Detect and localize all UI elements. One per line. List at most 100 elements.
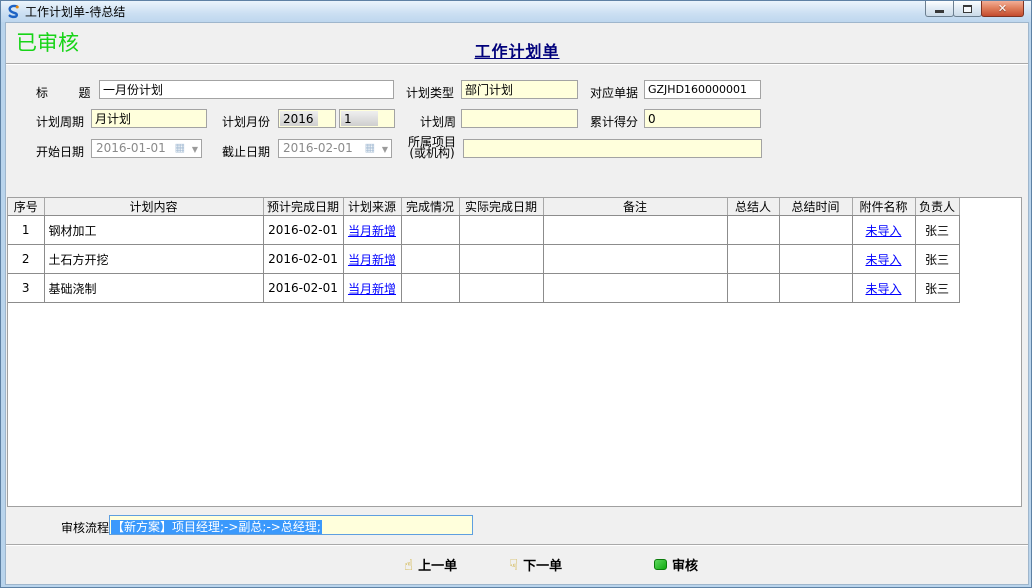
attachment-link[interactable]: 未导入 — [865, 253, 901, 267]
cell-remark[interactable] — [543, 216, 727, 245]
minimize-button[interactable] — [925, 1, 954, 17]
cell-summarizer — [727, 216, 779, 245]
cell-owner: 张三 — [915, 245, 959, 274]
table-row: 2 土石方开挖 2016-02-01 当月新增 未导入 张三 — [8, 245, 959, 274]
cell-expected-date[interactable]: 2016-02-01 — [263, 245, 343, 274]
maximize-button[interactable] — [953, 1, 982, 17]
source-link[interactable]: 当月新增 — [348, 224, 396, 238]
source-link[interactable]: 当月新增 — [348, 253, 396, 267]
start-date-value: 2016-01-01 — [96, 141, 166, 155]
calendar-icon: ▦ — [365, 142, 375, 154]
review-flow-value: 【新方案】项目经理;->副总;->总经理; — [111, 520, 322, 534]
year-value: 2016 — [280, 111, 318, 126]
end-date-label: 截止日期 — [222, 143, 270, 160]
app-window: 工作计划单-待总结 ✕ 已审核 工作计划单 标 题 计划类型 对应单据 计划周期… — [0, 0, 1032, 588]
score-input[interactable] — [644, 109, 761, 128]
week-label: 计划周 — [420, 113, 456, 130]
month-spinner[interactable]: 1 — [339, 109, 395, 128]
cell-owner: 张三 — [915, 274, 959, 303]
col-summary-time: 总结时间 — [779, 198, 852, 216]
hand-up-icon: ☝ — [404, 558, 413, 572]
form-content: 已审核 工作计划单 标 题 计划类型 对应单据 计划周期 计划月份 2016 1… — [5, 22, 1029, 585]
col-source: 计划来源 — [343, 198, 401, 216]
cell-content[interactable]: 钢材加工 — [44, 216, 263, 245]
review-flow-label: 审核流程 — [61, 519, 109, 536]
cell-summary-time — [779, 216, 852, 245]
plan-type-label: 计划类型 — [406, 84, 454, 101]
cell-actual-date[interactable] — [459, 274, 543, 303]
project-label: 所属项目 (或机构) — [404, 137, 460, 159]
next-record-label: 下一单 — [523, 555, 562, 574]
col-remark: 备注 — [543, 198, 727, 216]
col-actual-date: 实际完成日期 — [459, 198, 543, 216]
titlebar: 工作计划单-待总结 ✕ — [1, 1, 1031, 22]
year-spinner[interactable]: 2016 — [278, 109, 336, 128]
cell-remark[interactable] — [543, 274, 727, 303]
cell-completion[interactable] — [401, 274, 459, 303]
close-icon: ✕ — [998, 2, 1007, 15]
cell-completion[interactable] — [401, 245, 459, 274]
col-completion: 完成情况 — [401, 198, 459, 216]
start-date-label: 开始日期 — [36, 143, 84, 160]
cell-summary-time — [779, 274, 852, 303]
doc-input[interactable] — [644, 80, 761, 99]
col-attachment: 附件名称 — [852, 198, 915, 216]
cell-actual-date[interactable] — [459, 245, 543, 274]
cell-no: 3 — [8, 274, 44, 303]
end-date-picker[interactable]: 2016-02-01 ▦ ▼ — [278, 139, 392, 158]
app-icon — [6, 4, 21, 19]
cell-summary-time — [779, 245, 852, 274]
close-button[interactable]: ✕ — [981, 1, 1024, 17]
previous-record-button[interactable]: ☝ 上一单 — [404, 555, 457, 574]
end-date-value: 2016-02-01 — [283, 141, 353, 155]
window-title: 工作计划单-待总结 — [25, 3, 125, 20]
chevron-down-icon: ▼ — [382, 145, 388, 154]
attachment-link[interactable]: 未导入 — [865, 282, 901, 296]
month-label: 计划月份 — [222, 113, 270, 130]
col-owner: 负责人 — [915, 198, 959, 216]
cell-content[interactable]: 基础浇制 — [44, 274, 263, 303]
plan-table-panel: 序号 计划内容 预计完成日期 计划来源 完成情况 实际完成日期 备注 总结人 总… — [7, 197, 1022, 507]
start-date-picker[interactable]: 2016-01-01 ▦ ▼ — [91, 139, 202, 158]
cycle-label: 计划周期 — [36, 113, 84, 130]
review-flow-input[interactable]: 【新方案】项目经理;->副总;->总经理; — [109, 515, 473, 535]
cycle-input[interactable] — [91, 109, 207, 128]
doc-label: 对应单据 — [590, 84, 638, 101]
month-value: 1 — [341, 111, 378, 126]
audit-button[interactable]: 审核 — [654, 555, 698, 574]
table-row: 3 基础浇制 2016-02-01 当月新增 未导入 张三 — [8, 274, 959, 303]
plan-type-input[interactable] — [461, 80, 578, 99]
cell-expected-date[interactable]: 2016-02-01 — [263, 216, 343, 245]
col-content: 计划内容 — [44, 198, 263, 216]
cell-summarizer — [727, 245, 779, 274]
minimize-icon — [935, 10, 944, 13]
cell-remark[interactable] — [543, 245, 727, 274]
plan-table: 序号 计划内容 预计完成日期 计划来源 完成情况 实际完成日期 备注 总结人 总… — [8, 198, 960, 303]
cell-content[interactable]: 土石方开挖 — [44, 245, 263, 274]
audit-green-icon — [654, 559, 667, 570]
next-record-button[interactable]: ☟ 下一单 — [509, 555, 562, 574]
window-controls: ✕ — [926, 1, 1024, 17]
title-input[interactable] — [99, 80, 394, 99]
source-link[interactable]: 当月新增 — [348, 282, 396, 296]
week-input[interactable] — [461, 109, 578, 128]
table-header-row: 序号 计划内容 预计完成日期 计划来源 完成情况 实际完成日期 备注 总结人 总… — [8, 198, 959, 216]
score-label: 累计得分 — [590, 113, 638, 130]
cell-no: 1 — [8, 216, 44, 245]
attachment-link[interactable]: 未导入 — [865, 224, 901, 238]
maximize-icon — [963, 5, 972, 13]
col-summarizer: 总结人 — [727, 198, 779, 216]
header-divider — [6, 63, 1028, 65]
cell-completion[interactable] — [401, 216, 459, 245]
col-expected-date: 预计完成日期 — [263, 198, 343, 216]
cell-owner: 张三 — [915, 216, 959, 245]
footer-divider — [6, 544, 1028, 546]
title-label: 标 题 — [36, 84, 91, 101]
audit-label: 审核 — [672, 555, 698, 574]
cell-expected-date[interactable]: 2016-02-01 — [263, 274, 343, 303]
table-row: 1 钢材加工 2016-02-01 当月新增 未导入 张三 — [8, 216, 959, 245]
cell-actual-date[interactable] — [459, 216, 543, 245]
hand-down-icon: ☟ — [509, 558, 518, 572]
project-input[interactable] — [463, 139, 762, 158]
col-no: 序号 — [8, 198, 44, 216]
